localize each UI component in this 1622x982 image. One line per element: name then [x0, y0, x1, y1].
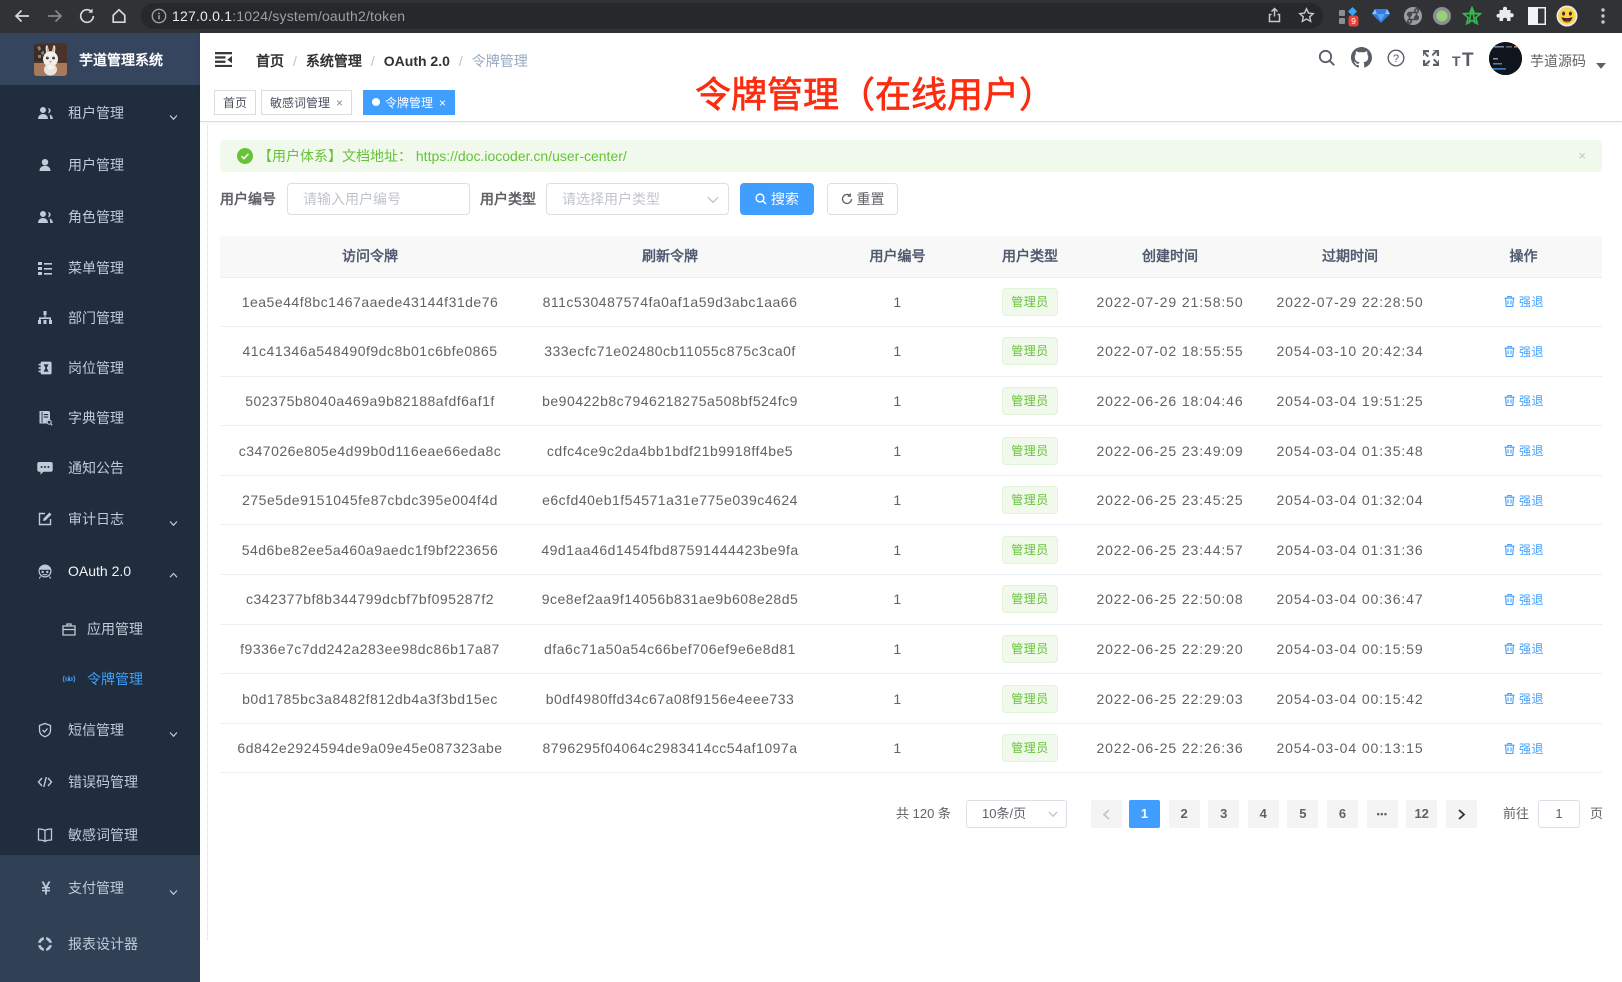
svg-text:T: T: [1452, 53, 1461, 69]
svg-text:9: 9: [1351, 16, 1356, 26]
svg-text:?: ?: [1393, 53, 1399, 65]
svg-text:T: T: [1462, 50, 1474, 69]
